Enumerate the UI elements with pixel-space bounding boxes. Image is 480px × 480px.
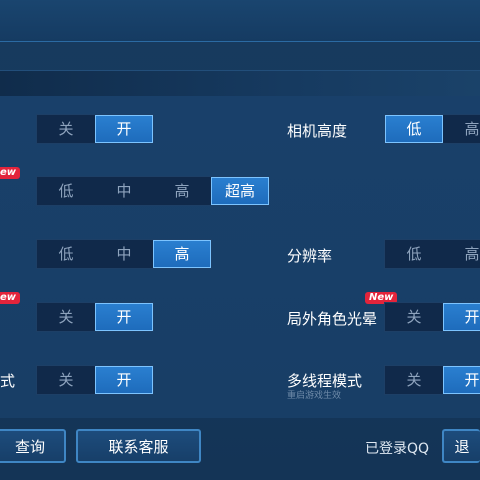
character-glow-label: 局外角色光晕 xyxy=(287,310,378,328)
option-off[interactable]: 关 xyxy=(385,366,443,394)
quality-selector-2: 低 中 高 xyxy=(36,239,212,269)
option-on[interactable]: 开 xyxy=(95,366,153,394)
option-medium[interactable]: 中 xyxy=(95,177,153,205)
section-header-band xyxy=(0,70,480,96)
option-low[interactable]: 低 xyxy=(37,240,95,268)
logout-button[interactable]: 退 xyxy=(442,429,480,463)
top-bar xyxy=(0,0,480,42)
option-high[interactable]: 高 xyxy=(153,177,211,205)
option-high[interactable]: 高 xyxy=(443,115,480,143)
toggle-row1-left: 关 开 xyxy=(36,114,154,144)
character-glow-toggle: 关 开 xyxy=(384,302,480,332)
option-on[interactable]: 开 xyxy=(95,115,153,143)
new-badge: ew xyxy=(0,292,21,304)
option-low[interactable]: 低 xyxy=(385,115,443,143)
option-on[interactable]: 开 xyxy=(443,366,480,394)
option-off[interactable]: 关 xyxy=(37,303,95,331)
option-off[interactable]: 关 xyxy=(37,115,95,143)
option-high[interactable]: 高 xyxy=(443,240,480,268)
option-on[interactable]: 开 xyxy=(443,303,480,331)
toggle-row5-left: 关 开 xyxy=(36,365,154,395)
login-status: 已登录QQ xyxy=(365,441,430,457)
camera-height-label: 相机高度 xyxy=(287,122,348,140)
row5-left-label: 式 xyxy=(0,372,16,390)
option-ultra[interactable]: 超高 xyxy=(211,177,269,205)
resolution-label: 分辨率 xyxy=(287,247,333,265)
option-off[interactable]: 关 xyxy=(385,303,443,331)
option-low[interactable]: 低 xyxy=(385,240,443,268)
option-medium[interactable]: 中 xyxy=(95,240,153,268)
option-on[interactable]: 开 xyxy=(95,303,153,331)
option-high[interactable]: 高 xyxy=(153,240,211,268)
camera-height-selector: 低 高 xyxy=(384,114,480,144)
toggle-row4-left: 关 开 xyxy=(36,302,154,332)
option-off[interactable]: 关 xyxy=(37,366,95,394)
contact-service-button[interactable]: 联系客服 xyxy=(76,429,201,463)
quality-selector: 低 中 高 超高 xyxy=(36,176,270,206)
restart-hint: 重启游戏生效 xyxy=(287,391,342,401)
option-low[interactable]: 低 xyxy=(37,177,95,205)
new-badge: ew xyxy=(0,167,21,179)
resolution-selector: 低 高 xyxy=(384,239,480,269)
multithread-toggle: 关 开 xyxy=(384,365,480,395)
query-button[interactable]: 查询 xyxy=(0,429,66,463)
